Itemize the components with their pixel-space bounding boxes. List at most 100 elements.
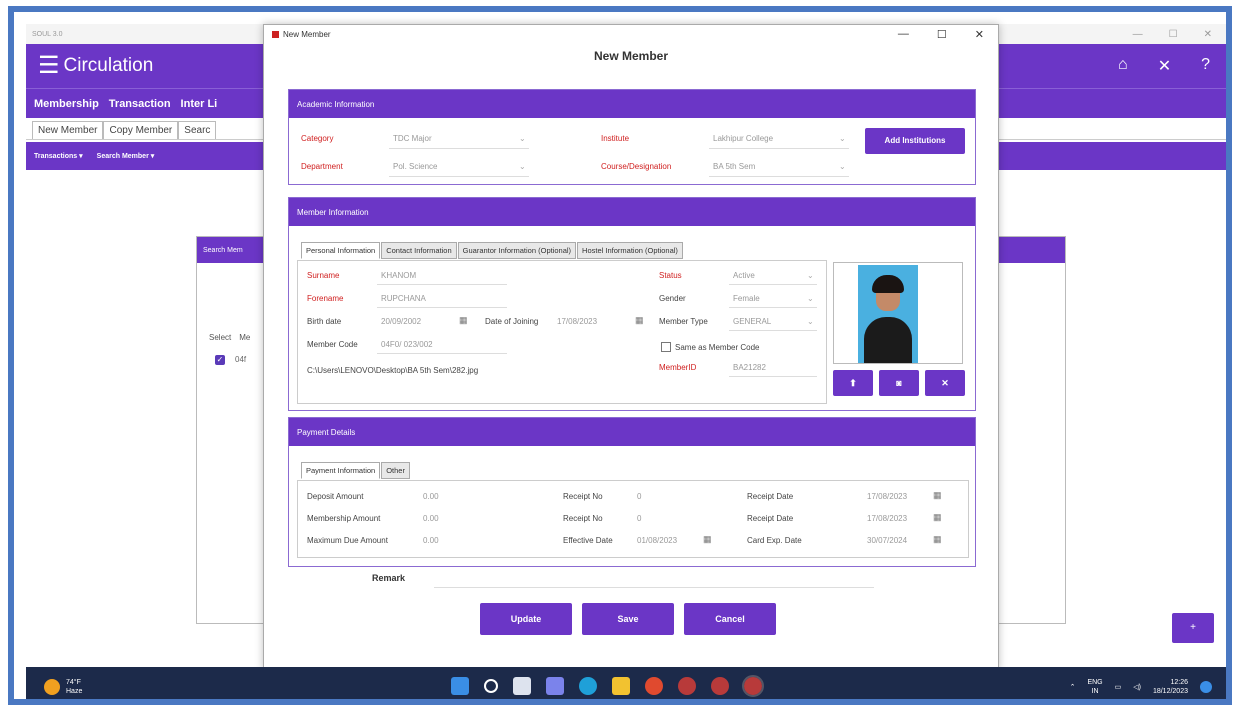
joining-date-input[interactable]: 17/08/2023 (557, 317, 597, 326)
tab-new-member[interactable]: New Member (32, 121, 104, 139)
tab-copy-member[interactable]: Copy Member (103, 121, 179, 139)
teams-icon[interactable] (546, 677, 564, 695)
nav-membership[interactable]: Membership (34, 98, 99, 110)
edge-icon[interactable] (579, 677, 597, 695)
max-due-input[interactable]: 0.00 (423, 536, 439, 545)
update-button[interactable]: Update (480, 603, 572, 635)
deposit-input[interactable]: 0.00 (423, 492, 439, 501)
minimize-icon[interactable]: — (1133, 29, 1143, 40)
tab-hostel-information[interactable]: Hostel Information (Optional) (577, 242, 683, 259)
file-explorer-icon[interactable] (612, 677, 630, 695)
minimize-icon[interactable]: — (898, 28, 909, 41)
tab-other[interactable]: Other (381, 462, 410, 479)
membership-amount-label: Membership Amount (307, 514, 381, 523)
receipt-no-2-input[interactable]: 0 (637, 514, 641, 523)
volume-icon[interactable]: ◁) (1133, 683, 1141, 691)
network-icon[interactable]: ▭ (1115, 683, 1122, 691)
same-as-member-code-checkbox[interactable] (661, 342, 671, 352)
remark-input[interactable] (434, 587, 874, 588)
hamburger-menu-icon[interactable]: ☰ (38, 54, 60, 78)
nav-inter-library[interactable]: Inter Li (181, 98, 218, 110)
member-type-select[interactable]: GENERAL (733, 317, 771, 326)
close-icon[interactable]: ✕ (1158, 56, 1171, 76)
tab-personal-information[interactable]: Personal Information (301, 242, 381, 259)
calendar-icon[interactable]: ▦ (933, 512, 942, 523)
birth-date-input[interactable]: 20/09/2002 (381, 317, 421, 326)
card-exp-label: Card Exp. Date (747, 536, 802, 545)
notification-icon[interactable] (1200, 681, 1212, 693)
save-button[interactable]: Save (582, 603, 674, 635)
department-select[interactable]: Pol. Science (393, 162, 437, 171)
photo-body (864, 317, 912, 363)
receipt-date-2-input[interactable]: 17/08/2023 (867, 514, 907, 523)
screenshot-frame: SOUL 3.0 — ☐ ✕ ☰ Circulation ⌂ ✕ ? Members… (8, 6, 1232, 705)
row-checkbox[interactable]: ✓ (215, 355, 225, 365)
calendar-icon[interactable]: ▦ (635, 315, 644, 326)
nav-transaction[interactable]: Transaction (109, 98, 171, 110)
academic-section: Academic Information Category TDC Major … (288, 89, 976, 185)
chevron-down-icon[interactable]: ⌄ (839, 162, 846, 171)
add-button[interactable]: + (1172, 613, 1214, 643)
status-select[interactable]: Active (733, 271, 755, 280)
chevron-down-icon[interactable]: ⌄ (807, 271, 814, 280)
membership-amount-input[interactable]: 0.00 (423, 514, 439, 523)
academic-header: Academic Information (289, 90, 975, 118)
tab-search[interactable]: Searc (178, 121, 217, 139)
chevron-down-icon[interactable]: ⌄ (839, 134, 846, 143)
search-member-dropdown[interactable]: Search Member ▾ (97, 152, 155, 160)
calendar-icon[interactable]: ▦ (933, 534, 942, 545)
camera-button[interactable]: ◙ (879, 370, 919, 396)
chevron-down-icon[interactable]: ⌄ (807, 317, 814, 326)
close-icon[interactable]: ✕ (1204, 29, 1212, 40)
soul-app-icon[interactable] (678, 677, 696, 695)
calendar-icon[interactable]: ▦ (703, 534, 712, 545)
member-header: Member Information (289, 198, 975, 226)
transactions-dropdown[interactable]: Transactions ▾ (34, 152, 83, 160)
calendar-icon[interactable]: ▦ (933, 490, 942, 501)
panel-columns: Select Me (209, 333, 250, 342)
category-select[interactable]: TDC Major (393, 134, 432, 143)
memberid-input[interactable]: BA21282 (733, 363, 766, 372)
upload-photo-button[interactable]: ⬆ (833, 370, 873, 396)
gender-select[interactable]: Female (733, 294, 760, 303)
surname-input[interactable]: KHANOM (381, 271, 416, 280)
card-exp-input[interactable]: 30/07/2024 (867, 536, 907, 545)
tab-contact-information[interactable]: Contact Information (381, 242, 457, 259)
joining-date-label: Date of Joining (485, 317, 539, 326)
chrome-icon[interactable] (645, 677, 663, 695)
tab-guarantor-information[interactable]: Guarantor Information (Optional) (457, 242, 577, 259)
dialog-heading: New Member (593, 49, 669, 63)
close-icon[interactable]: ✕ (975, 28, 984, 41)
add-institutions-button[interactable]: Add Institutions (865, 128, 965, 154)
chevron-up-icon[interactable]: ⌃ (1070, 683, 1076, 691)
chevron-down-icon[interactable]: ⌄ (519, 162, 526, 171)
receipt-date-input[interactable]: 17/08/2023 (867, 492, 907, 501)
soul-app-icon[interactable] (711, 677, 729, 695)
remove-photo-button[interactable]: ✕ (925, 370, 965, 396)
receipt-no-input[interactable]: 0 (637, 492, 641, 501)
task-view-icon[interactable] (513, 677, 531, 695)
receipt-no-label: Receipt No (563, 492, 603, 501)
maximize-icon[interactable]: ☐ (937, 28, 947, 41)
select-column-header: Select (209, 333, 232, 342)
calendar-icon[interactable]: ▦ (459, 315, 468, 326)
forename-input[interactable]: RUPCHANA (381, 294, 426, 303)
search-icon[interactable] (484, 679, 498, 693)
maximize-icon[interactable]: ☐ (1169, 29, 1178, 40)
effective-date-input[interactable]: 01/08/2023 (637, 536, 677, 545)
home-icon[interactable]: ⌂ (1118, 56, 1128, 76)
tab-payment-information[interactable]: Payment Information (301, 462, 381, 479)
clock[interactable]: 12:26 18/12/2023 (1153, 678, 1188, 696)
member-code-input[interactable]: 04F0/ 023/002 (381, 340, 433, 349)
help-icon[interactable]: ? (1201, 56, 1210, 76)
institute-select[interactable]: Lakhipur College (713, 134, 773, 143)
weather-widget[interactable]: 74°F Haze (44, 678, 82, 696)
category-label: Category (301, 134, 334, 143)
start-icon[interactable] (451, 677, 469, 695)
chevron-down-icon[interactable]: ⌄ (519, 134, 526, 143)
course-select[interactable]: BA 5th Sem (713, 162, 755, 171)
language[interactable]: ENG (1087, 679, 1102, 686)
soul-app-icon[interactable] (742, 675, 764, 697)
cancel-button[interactable]: Cancel (684, 603, 776, 635)
chevron-down-icon[interactable]: ⌄ (807, 294, 814, 303)
